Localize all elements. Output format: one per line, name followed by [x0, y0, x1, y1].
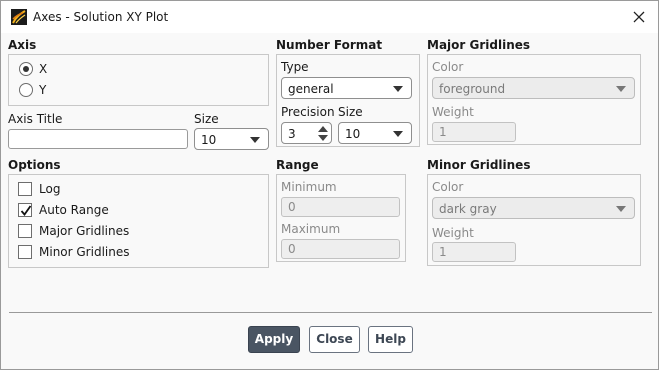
- axes-dialog: Axes - Solution XY Plot Axis X Y Axis Ti…: [0, 0, 659, 370]
- window-title: Axes - Solution XY Plot: [33, 10, 169, 24]
- axis-title-label: Axis Title: [8, 112, 63, 126]
- major-gridlines-label: Major Gridlines: [39, 224, 130, 238]
- format-size-select[interactable]: 10: [338, 122, 412, 144]
- minor-color-select[interactable]: dark gray: [432, 197, 635, 219]
- log-checkbox[interactable]: [18, 182, 32, 196]
- axis-y-label: Y: [39, 83, 47, 97]
- major-color-value: foreground: [439, 82, 506, 96]
- chevron-down-icon: [393, 86, 403, 92]
- minor-color-label: Color: [432, 180, 464, 194]
- range-title: Range: [276, 158, 319, 172]
- axis-group: X Y: [8, 54, 269, 106]
- options-section-title: Options: [8, 158, 61, 172]
- major-gridlines-title: Major Gridlines: [427, 38, 531, 52]
- chevron-down-icon: [393, 131, 403, 137]
- type-value: general: [288, 82, 334, 96]
- app-icon: [11, 9, 27, 25]
- chevron-down-icon: [250, 137, 260, 143]
- maximum-input[interactable]: [281, 239, 400, 259]
- minor-gridlines-checkbox[interactable]: [18, 245, 32, 259]
- type-label: Type: [281, 60, 309, 74]
- axis-y-radio[interactable]: [19, 83, 33, 97]
- spin-down-icon[interactable]: [318, 135, 328, 141]
- footer-separator: [9, 312, 652, 313]
- minor-weight-input[interactable]: [432, 242, 516, 262]
- log-label: Log: [39, 182, 61, 196]
- auto-range-checkbox[interactable]: [18, 203, 32, 217]
- help-button[interactable]: Help: [368, 326, 413, 353]
- axis-title-size-label: Size: [194, 112, 219, 126]
- precision-spinner[interactable]: 3: [281, 122, 332, 144]
- range-group: Minimum Maximum: [276, 174, 406, 262]
- checkmark-icon: [20, 205, 32, 216]
- minimum-input[interactable]: [281, 197, 400, 217]
- minimum-label: Minimum: [281, 180, 337, 194]
- major-weight-label: Weight: [432, 105, 474, 119]
- chevron-down-icon: [616, 206, 626, 212]
- axis-title-size-select[interactable]: 10: [194, 128, 269, 150]
- apply-button[interactable]: Apply: [248, 326, 300, 353]
- minor-color-value: dark gray: [439, 202, 497, 216]
- major-gridlines-checkbox[interactable]: [18, 224, 32, 238]
- options-group: Log Auto Range Major Gridlines Minor Gri…: [8, 174, 269, 268]
- format-size-label: Size: [338, 105, 363, 119]
- number-format-title: Number Format: [276, 38, 383, 52]
- maximum-label: Maximum: [281, 222, 341, 236]
- major-gridlines-group: Color foreground Weight: [427, 54, 641, 145]
- precision-value: 3: [288, 127, 296, 141]
- close-icon[interactable]: [628, 6, 650, 28]
- format-size-value: 10: [345, 127, 361, 141]
- major-weight-input[interactable]: [432, 122, 516, 142]
- spin-up-icon[interactable]: [318, 126, 328, 132]
- major-color-label: Color: [432, 60, 464, 74]
- title-bar: Axes - Solution XY Plot: [1, 1, 658, 33]
- major-color-select[interactable]: foreground: [432, 77, 635, 99]
- minor-gridlines-group: Color dark gray Weight: [427, 174, 641, 266]
- type-select[interactable]: general: [281, 77, 412, 99]
- axis-title-input[interactable]: [8, 129, 188, 149]
- minor-weight-label: Weight: [432, 226, 474, 240]
- precision-label: Precision: [281, 105, 335, 119]
- number-format-group: Type general Precision 3 Size 10: [276, 54, 420, 147]
- axis-section-title: Axis: [8, 38, 37, 52]
- close-button[interactable]: Close: [309, 326, 360, 353]
- minor-gridlines-label: Minor Gridlines: [39, 245, 130, 259]
- axis-x-label: X: [39, 62, 48, 76]
- chevron-down-icon: [616, 86, 626, 92]
- minor-gridlines-title: Minor Gridlines: [427, 158, 531, 172]
- axis-x-radio[interactable]: [19, 62, 33, 76]
- auto-range-label: Auto Range: [39, 203, 109, 217]
- axis-title-size-value: 10: [201, 133, 217, 147]
